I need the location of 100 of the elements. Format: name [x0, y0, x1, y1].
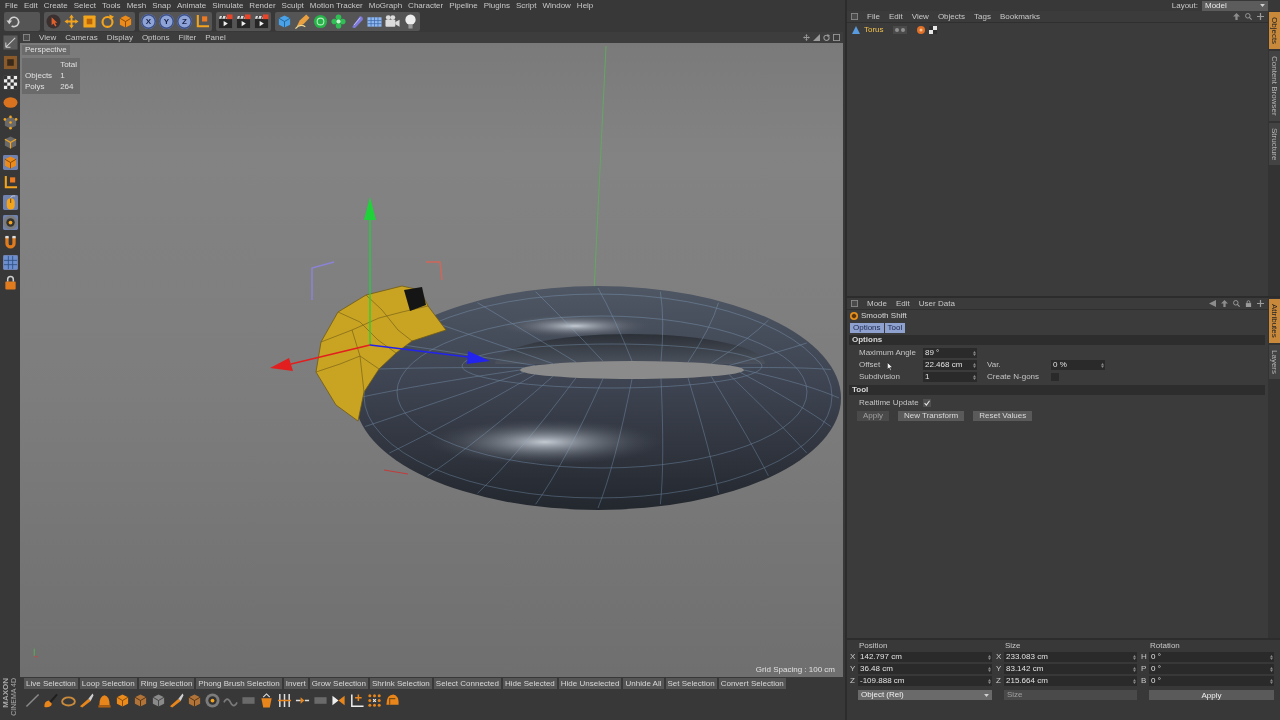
axes-icon[interactable] [195, 14, 210, 29]
number-field[interactable]: 1 [923, 372, 977, 382]
command-button[interactable]: Grow Selection [309, 678, 368, 689]
menu-item[interactable]: Select [73, 1, 96, 10]
undo-icon[interactable] [6, 14, 21, 29]
sphere-icon[interactable] [313, 14, 328, 29]
cube-icon[interactable] [187, 692, 202, 708]
maximize-icon[interactable] [833, 34, 840, 41]
checker-icon[interactable] [928, 25, 937, 34]
spinner-icon[interactable] [973, 350, 976, 356]
z-axis-arrow[interactable] [369, 344, 490, 364]
points-icon[interactable] [2, 115, 18, 130]
rotate-view-icon[interactable] [823, 34, 830, 41]
line-icon[interactable] [25, 692, 40, 708]
menu-item[interactable]: Render [249, 1, 276, 10]
side-tab[interactable]: Objects [1268, 12, 1280, 50]
command-button[interactable]: Set Selection [665, 678, 717, 689]
command-button[interactable]: Loop Selection [79, 678, 137, 689]
number-field[interactable]: 0 ° [1149, 676, 1274, 686]
action-button[interactable]: Reset Values [973, 410, 1033, 421]
number-field[interactable]: 89 ° [923, 348, 977, 358]
menu-item[interactable]: Character [408, 1, 444, 10]
number-field[interactable]: 233.083 cm [1004, 652, 1137, 662]
add-icon[interactable] [1257, 300, 1264, 307]
menu-item[interactable]: Edit [23, 1, 38, 10]
number-field[interactable]: 0 % [1051, 360, 1105, 370]
menu-item[interactable]: Script [515, 1, 537, 10]
spinner-icon[interactable] [988, 678, 991, 684]
menu-item[interactable]: Create [43, 1, 68, 10]
search-icon[interactable] [1245, 13, 1252, 20]
number-field[interactable]: 22.468 cm [923, 360, 977, 370]
command-button[interactable]: Ring Selection [138, 678, 195, 689]
edges-icon[interactable] [2, 135, 18, 150]
spinner-icon[interactable] [1101, 362, 1104, 368]
menu-item[interactable]: View [39, 33, 57, 42]
menu-item[interactable]: View [911, 12, 929, 21]
menu-item[interactable]: Help [576, 1, 594, 10]
command-button[interactable]: Invert [283, 678, 308, 689]
spinner-icon[interactable] [1270, 666, 1273, 672]
plane-handle[interactable] [425, 261, 443, 281]
number-field[interactable]: 215.664 cm [1004, 676, 1137, 686]
square-icon[interactable] [23, 34, 30, 41]
square-icon[interactable] [851, 300, 858, 307]
action-button[interactable]: New Transform [898, 410, 965, 421]
menu-item[interactable]: Sculpt [281, 1, 304, 10]
checker-icon[interactable] [2, 75, 18, 90]
search-icon[interactable] [1233, 300, 1240, 307]
menu-item[interactable]: Animate [176, 1, 207, 10]
checkbox[interactable] [923, 399, 931, 407]
menu-item[interactable]: Simulate [212, 1, 244, 10]
menu-item[interactable]: User Data [918, 299, 955, 308]
object-name[interactable]: Torus [864, 25, 884, 34]
spinner-icon[interactable] [988, 666, 991, 672]
helmet-icon[interactable] [385, 692, 400, 708]
menu-item[interactable]: Window [542, 1, 571, 10]
mouse-icon[interactable] [2, 195, 18, 210]
menu-item[interactable]: Filter [178, 33, 197, 42]
lock-icon[interactable] [1245, 300, 1252, 307]
selected-faces[interactable] [315, 285, 447, 422]
number-field[interactable]: 0 ° [1149, 652, 1274, 662]
brush-icon[interactable] [43, 692, 58, 708]
menu-item[interactable]: Pipeline [449, 1, 478, 10]
cube-icon[interactable] [151, 692, 166, 708]
light-bulb-icon[interactable] [403, 14, 418, 29]
box-icon[interactable] [2, 55, 18, 70]
number-field[interactable]: 142.797 cm [858, 652, 992, 662]
cube-icon[interactable] [115, 692, 130, 708]
cube-icon[interactable] [118, 14, 133, 29]
clapboard-icon[interactable] [218, 14, 233, 29]
command-button[interactable]: Select Connected [433, 678, 501, 689]
blob-icon[interactable] [2, 95, 18, 110]
tab[interactable]: Options [850, 322, 884, 333]
menu-item[interactable]: Objects [937, 12, 965, 21]
triangle-icon[interactable] [813, 34, 820, 41]
add-icon[interactable] [1257, 13, 1264, 20]
command-button[interactable]: Hide Selected [502, 678, 557, 689]
clapboard-icon[interactable] [236, 14, 251, 29]
action-button[interactable]: Apply [1149, 690, 1274, 700]
bell-icon[interactable] [97, 692, 112, 708]
disc-icon[interactable] [2, 215, 18, 230]
corner-icon[interactable] [349, 692, 364, 708]
menu-item[interactable]: Options [141, 33, 170, 42]
menu-item[interactable]: Edit [896, 299, 910, 308]
menu-item[interactable]: MoGraph [368, 1, 403, 10]
side-tab[interactable]: Attributes [1268, 299, 1280, 343]
axis-lock-button[interactable]: X [141, 14, 156, 29]
menu-item[interactable]: File [867, 12, 880, 21]
command-button[interactable]: Hide Unselected [558, 678, 622, 689]
command-button[interactable]: Convert Selection [718, 678, 786, 689]
menu-item[interactable]: Panel [205, 33, 226, 42]
dot-grid-icon[interactable] [367, 692, 382, 708]
back-arrow-icon[interactable] [1209, 300, 1216, 307]
clapboard-icon[interactable] [254, 14, 269, 29]
spinner-icon[interactable] [1133, 654, 1136, 660]
rotate-icon[interactable] [100, 14, 115, 29]
side-tab[interactable]: Content Browser [1268, 51, 1280, 121]
command-button[interactable]: Shrink Selection [370, 678, 432, 689]
command-button[interactable]: Unhide All [623, 678, 664, 689]
menu-item[interactable]: Snap [152, 1, 171, 10]
command-button[interactable]: Live Selection [24, 678, 78, 689]
